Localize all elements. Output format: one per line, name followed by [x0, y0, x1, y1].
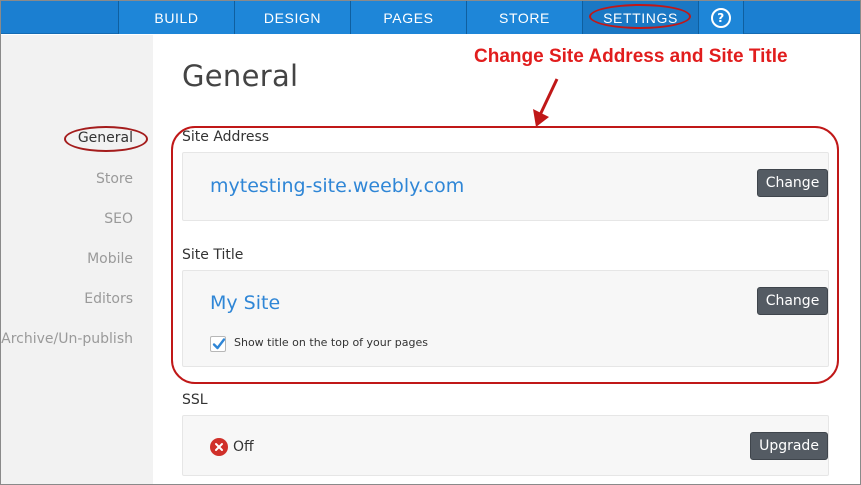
ssl-label: SSL [182, 392, 208, 408]
top-nav-bar: BUILD DESIGN PAGES STORE SETTINGS ? [1, 1, 860, 34]
general-highlight-oval [64, 126, 148, 152]
nav-tab-pages[interactable]: PAGES [350, 1, 466, 34]
help-circle-icon: ? [711, 7, 731, 28]
sidebar-item-mobile[interactable]: Mobile [87, 251, 133, 267]
sidebar-item-archive-unpublish[interactable]: Archive/Un-publish [1, 331, 133, 347]
settings-sidebar: General Store SEO Mobile Editors Archive… [1, 35, 153, 484]
sidebar-item-editors[interactable]: Editors [84, 291, 133, 307]
annotation-highlight-box [171, 126, 839, 384]
settings-highlight-oval [589, 4, 691, 29]
sidebar-item-seo[interactable]: SEO [104, 211, 133, 227]
nav-tab-store[interactable]: STORE [466, 1, 582, 34]
settings-window: BUILD DESIGN PAGES STORE SETTINGS ? Gene… [0, 0, 861, 485]
ssl-status: Off [233, 439, 254, 455]
help-button[interactable]: ? [698, 1, 744, 34]
x-circle-icon [210, 438, 228, 456]
annotation-text: Change Site Address and Site Title [474, 46, 788, 67]
nav-tab-design[interactable]: DESIGN [234, 1, 350, 34]
nav-tab-build[interactable]: BUILD [118, 1, 234, 34]
sidebar-item-store[interactable]: Store [96, 171, 133, 187]
arrow-down-icon [533, 78, 559, 127]
ssl-panel: Off Upgrade [182, 415, 829, 476]
upgrade-button[interactable]: Upgrade [750, 432, 828, 460]
page-title: General [182, 59, 299, 93]
